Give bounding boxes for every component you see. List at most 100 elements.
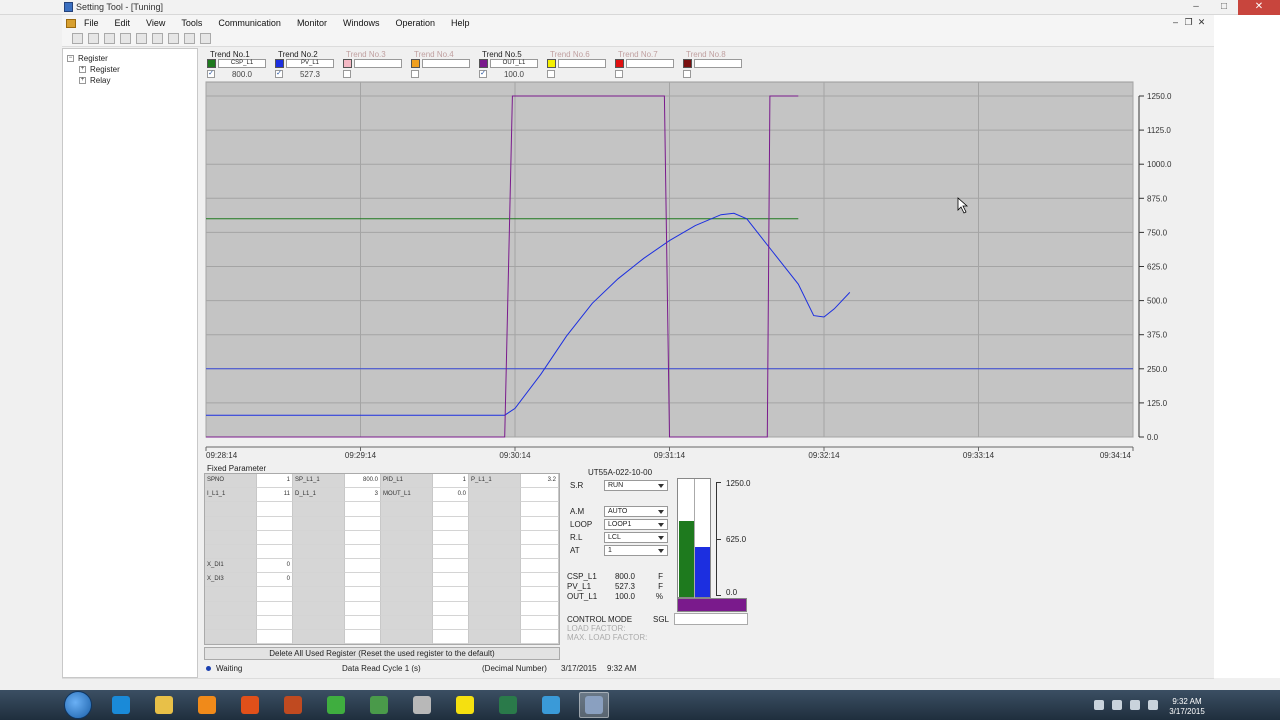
param-value-cell[interactable] <box>345 615 381 630</box>
delete-icon[interactable] <box>184 33 195 44</box>
param-value-cell[interactable]: 800.0 <box>345 474 381 489</box>
param-value-cell[interactable] <box>521 516 559 531</box>
trend-color-swatch[interactable] <box>343 59 352 68</box>
param-value-cell[interactable] <box>433 559 469 574</box>
tree-item-register[interactable]: + Register <box>67 64 193 75</box>
param-value-cell[interactable] <box>345 502 381 517</box>
taskbar-clock[interactable]: 9:32 AM 3/17/2015 <box>1162 697 1212 717</box>
communication-icon[interactable] <box>200 33 211 44</box>
cut-icon[interactable] <box>136 33 147 44</box>
param-value-cell[interactable]: 3.2 <box>521 474 559 489</box>
trend-signal-name[interactable] <box>354 59 402 68</box>
menu-edit[interactable]: Edit <box>115 18 131 28</box>
param-value-cell[interactable] <box>257 587 293 602</box>
trend-checkbox[interactable] <box>615 70 623 78</box>
param-value-cell[interactable] <box>257 516 293 531</box>
param-value-cell[interactable] <box>521 488 559 503</box>
trend-color-swatch[interactable] <box>547 59 556 68</box>
param-value-cell[interactable] <box>257 544 293 559</box>
trend-checkbox[interactable] <box>411 70 419 78</box>
setting-tool-icon[interactable] <box>579 692 609 718</box>
param-value-cell[interactable] <box>257 502 293 517</box>
trend-checkbox[interactable] <box>547 70 555 78</box>
param-value-cell[interactable] <box>521 559 559 574</box>
param-value-cell[interactable] <box>257 615 293 630</box>
param-value-cell[interactable] <box>345 587 381 602</box>
network-tool-icon[interactable] <box>364 692 394 718</box>
document-icon[interactable] <box>66 18 76 28</box>
expand-icon[interactable]: + <box>79 66 86 73</box>
network-icon[interactable] <box>1130 700 1140 710</box>
tools-icon[interactable] <box>407 692 437 718</box>
param-value-cell[interactable] <box>433 629 469 644</box>
param-value-cell[interactable] <box>433 516 469 531</box>
param-value-cell[interactable] <box>433 615 469 630</box>
menu-view[interactable]: View <box>146 18 165 28</box>
at-select[interactable]: 1 <box>604 545 668 556</box>
terminal-app-icon[interactable] <box>493 692 523 718</box>
param-value-cell[interactable]: 0.0 <box>433 488 469 503</box>
sticky-app-icon[interactable] <box>450 692 480 718</box>
presentation-icon[interactable] <box>278 692 308 718</box>
param-value-cell[interactable]: 3 <box>345 488 381 503</box>
minimize-button[interactable]: – <box>1182 0 1210 15</box>
show-hidden-icons-icon[interactable] <box>1094 700 1104 710</box>
menu-tools[interactable]: Tools <box>181 18 202 28</box>
param-value-cell[interactable] <box>521 502 559 517</box>
param-value-cell[interactable] <box>521 601 559 616</box>
mdi-close-button[interactable]: ✕ <box>1195 17 1208 28</box>
firefox-icon[interactable] <box>235 692 265 718</box>
param-value-cell[interactable] <box>433 530 469 545</box>
param-value-cell[interactable] <box>521 587 559 602</box>
param-value-cell[interactable] <box>345 516 381 531</box>
trend-signal-name[interactable]: PV_L1 <box>286 59 334 68</box>
trend-color-swatch[interactable] <box>275 59 284 68</box>
print-icon[interactable] <box>120 33 131 44</box>
menu-help[interactable]: Help <box>451 18 470 28</box>
trend-checkbox[interactable] <box>683 70 691 78</box>
start-button[interactable] <box>64 691 92 719</box>
param-value-cell[interactable] <box>345 544 381 559</box>
param-value-cell[interactable] <box>433 544 469 559</box>
trend-color-swatch[interactable] <box>207 59 216 68</box>
param-value-cell[interactable] <box>345 530 381 545</box>
collapse-icon[interactable]: − <box>67 55 74 62</box>
param-value-cell[interactable] <box>521 629 559 644</box>
param-value-cell[interactable]: 1 <box>257 474 293 489</box>
expand-icon[interactable]: + <box>79 77 86 84</box>
param-value-cell[interactable] <box>521 530 559 545</box>
ie-icon[interactable] <box>106 692 136 718</box>
tree-item-relay[interactable]: + Relay <box>67 75 193 86</box>
param-value-cell[interactable] <box>345 629 381 644</box>
new-icon[interactable] <box>72 33 83 44</box>
trend-signal-name[interactable] <box>558 59 606 68</box>
trend-signal-name[interactable] <box>626 59 674 68</box>
param-value-cell[interactable]: 0 <box>257 559 293 574</box>
param-value-cell[interactable] <box>257 601 293 616</box>
param-value-cell[interactable] <box>521 544 559 559</box>
flag-icon[interactable] <box>1112 700 1122 710</box>
close-button[interactable]: ✕ <box>1238 0 1280 15</box>
param-value-cell[interactable] <box>433 573 469 588</box>
trend-checkbox[interactable] <box>343 70 351 78</box>
menu-monitor[interactable]: Monitor <box>297 18 327 28</box>
tree-root[interactable]: − Register <box>67 53 193 64</box>
explorer-icon[interactable] <box>149 692 179 718</box>
param-value-cell[interactable] <box>433 601 469 616</box>
param-value-cell[interactable]: 11 <box>257 488 293 503</box>
param-value-cell[interactable] <box>345 559 381 574</box>
maximize-button[interactable]: □ <box>1210 0 1238 15</box>
trend-signal-name[interactable]: CSP_L1 <box>218 59 266 68</box>
open-icon[interactable] <box>88 33 99 44</box>
trend-checkbox[interactable]: ✓ <box>275 70 283 78</box>
trend-signal-name[interactable] <box>694 59 742 68</box>
param-value-cell[interactable] <box>521 573 559 588</box>
save-icon[interactable] <box>104 33 115 44</box>
chart-app-icon[interactable] <box>536 692 566 718</box>
param-value-cell[interactable] <box>257 629 293 644</box>
am-select[interactable]: AUTO <box>604 506 668 517</box>
loop-select[interactable]: LOOP1 <box>604 519 668 530</box>
param-value-cell[interactable]: 0 <box>257 573 293 588</box>
rl-select[interactable]: LCL <box>604 532 668 543</box>
mdi-minimize-button[interactable]: – <box>1169 17 1182 28</box>
